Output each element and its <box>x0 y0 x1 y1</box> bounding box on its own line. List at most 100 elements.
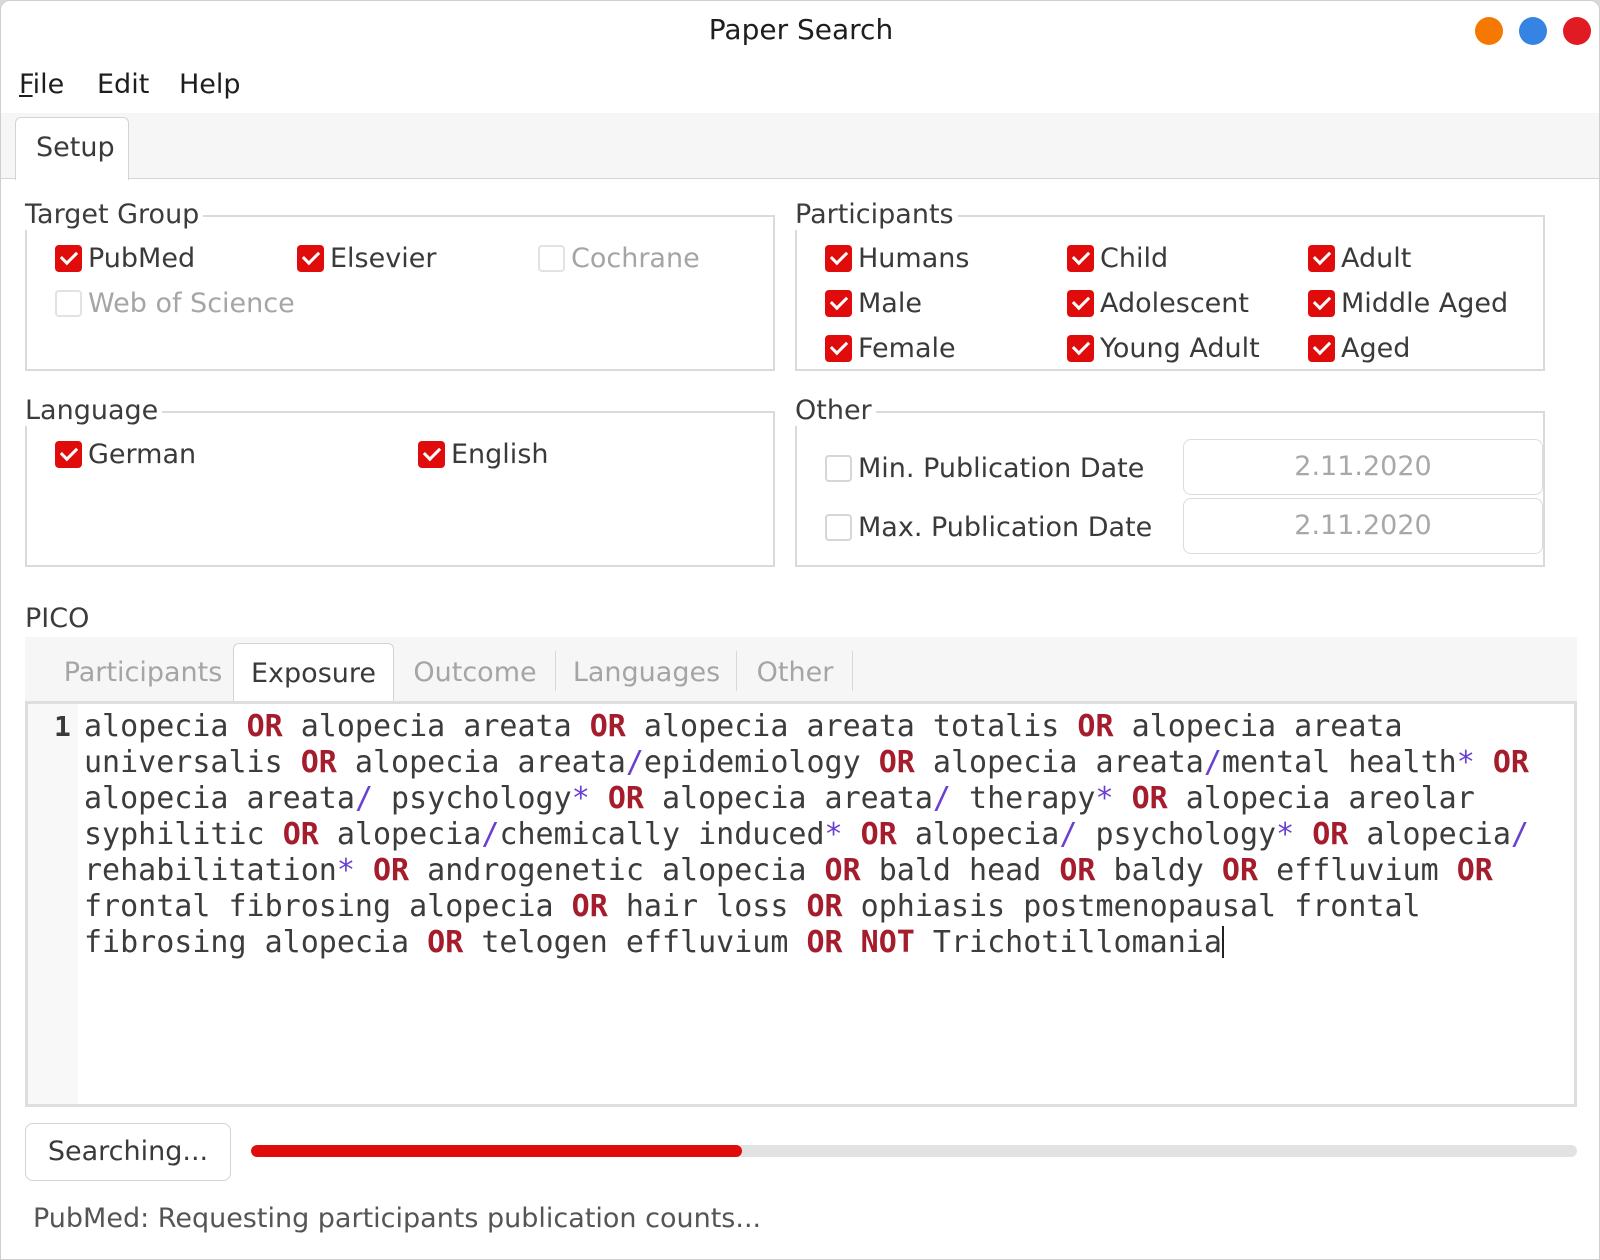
query-operator: * <box>336 853 355 888</box>
query-operator: / <box>481 817 500 852</box>
checkbox-adolescent[interactable]: Adolescent <box>1067 286 1249 320</box>
checkbox-label: Web of Science <box>88 287 295 319</box>
main-tab-strip: Setup <box>1 113 1599 180</box>
query-operator: * <box>824 817 843 852</box>
web-of-science-checkbox-indicator[interactable] <box>55 289 82 317</box>
pico-tab-languages[interactable]: Languages <box>556 637 737 703</box>
checkbox-max-publication-date[interactable]: Max. Publication Date <box>825 510 1152 544</box>
query-term: alopecia areata <box>282 709 590 744</box>
pico-tab-outcome[interactable]: Outcome <box>394 637 556 703</box>
adolescent-checkbox-indicator[interactable] <box>1067 289 1094 317</box>
checkbox-min-publication-date[interactable]: Min. Publication Date <box>825 451 1144 485</box>
query-term <box>590 781 608 816</box>
query-operator: / <box>1203 745 1222 780</box>
close-button[interactable] <box>1563 17 1591 45</box>
query-keyword: OR <box>282 817 319 852</box>
checkbox-cochrane[interactable]: Cochrane <box>538 241 700 275</box>
checkbox-humans[interactable]: Humans <box>825 241 969 275</box>
max-date-checkbox-indicator[interactable] <box>825 513 852 541</box>
menu-help[interactable]: Help <box>179 69 241 100</box>
query-term: androgenetic alopecia <box>409 853 825 888</box>
query-term <box>355 853 373 888</box>
query-term <box>1475 745 1493 780</box>
pico-tab-participants[interactable]: Participants <box>39 637 247 703</box>
query-term: psychology <box>1077 817 1277 852</box>
female-checkbox-indicator[interactable] <box>825 334 852 362</box>
query-term: mental health <box>1221 745 1457 780</box>
query-term: Trichotillomania <box>914 925 1222 960</box>
checkbox-label: Cochrane <box>571 242 700 274</box>
humans-checkbox-indicator[interactable] <box>825 244 852 272</box>
query-keyword: OR <box>246 709 283 744</box>
query-editor[interactable]: 1 alopecia OR alopecia areata OR alopeci… <box>25 701 1577 1107</box>
german-checkbox-indicator[interactable] <box>55 440 82 468</box>
young-adult-checkbox-indicator[interactable] <box>1067 334 1094 362</box>
english-checkbox-indicator[interactable] <box>418 440 445 468</box>
query-keyword: OR <box>300 745 337 780</box>
query-keyword: OR <box>607 781 644 816</box>
checkbox-label: PubMed <box>88 242 196 274</box>
child-checkbox-indicator[interactable] <box>1067 244 1094 272</box>
checkbox-male[interactable]: Male <box>825 286 922 320</box>
maximize-button[interactable] <box>1519 17 1547 45</box>
pico-tab-exposure[interactable]: Exposure <box>233 643 394 705</box>
checkbox-young-adult[interactable]: Young Adult <box>1067 331 1260 365</box>
male-checkbox-indicator[interactable] <box>825 289 852 317</box>
cochrane-checkbox-indicator[interactable] <box>538 244 565 272</box>
query-keyword: OR <box>1131 781 1168 816</box>
participants-title: Participants <box>795 199 958 230</box>
checkbox-middle-aged[interactable]: Middle Aged <box>1308 286 1508 320</box>
adult-checkbox-indicator[interactable] <box>1308 244 1335 272</box>
status-text: PubMed: Requesting participants publicat… <box>33 1203 762 1234</box>
checkbox-elsevier[interactable]: Elsevier <box>297 241 436 275</box>
query-operator: * <box>1095 781 1114 816</box>
minimize-button[interactable] <box>1475 17 1503 45</box>
query-keyword: OR <box>373 853 410 888</box>
menu-file-label: ile <box>32 69 65 100</box>
query-keyword: OR <box>1221 853 1259 888</box>
tab-setup[interactable]: Setup <box>15 117 129 180</box>
query-term: alopecia areata totalis <box>625 709 1078 744</box>
query-term: alopecia areata <box>336 745 626 780</box>
min-publication-date-input[interactable]: 2.11.2020 <box>1183 439 1543 495</box>
menu-file[interactable]: File <box>19 69 64 100</box>
query-keyword: OR <box>878 745 915 780</box>
query-term: effluvium <box>1258 853 1457 888</box>
aged-checkbox-indicator[interactable] <box>1308 334 1335 362</box>
query-keyword: OR <box>1492 745 1529 780</box>
pubmed-checkbox-indicator[interactable] <box>55 244 82 272</box>
min-date-checkbox-indicator[interactable] <box>825 454 852 482</box>
checkbox-label: Child <box>1100 242 1169 274</box>
query-keyword: OR <box>806 925 843 960</box>
query-text[interactable]: alopecia OR alopecia areata OR alopecia … <box>84 709 1554 961</box>
query-term: alopecia areata <box>643 781 933 816</box>
query-keyword: OR <box>1077 709 1114 744</box>
checkbox-german[interactable]: German <box>55 437 196 471</box>
checkbox-label: Min. Publication Date <box>858 452 1145 484</box>
checkbox-pubmed[interactable]: PubMed <box>55 241 195 275</box>
checkbox-adult[interactable]: Adult <box>1308 241 1411 275</box>
checkbox-child[interactable]: Child <box>1067 241 1168 275</box>
checkbox-label: Adolescent <box>1100 287 1249 319</box>
language-title: Language <box>25 395 163 426</box>
checkbox-aged[interactable]: Aged <box>1308 331 1410 365</box>
elsevier-checkbox-indicator[interactable] <box>297 244 324 272</box>
text-cursor <box>1221 926 1224 958</box>
checkbox-english[interactable]: English <box>418 437 549 471</box>
search-button[interactable]: Searching... <box>25 1123 231 1181</box>
middle-aged-checkbox-indicator[interactable] <box>1308 289 1335 317</box>
checkbox-female[interactable]: Female <box>825 331 956 365</box>
pico-tab-other[interactable]: Other <box>737 637 853 703</box>
query-term: telogen effluvium <box>463 925 807 960</box>
query-operator: / <box>932 781 951 816</box>
search-progress-bar <box>251 1145 1577 1157</box>
menu-edit[interactable]: Edit <box>97 69 149 100</box>
target-group-title: Target Group <box>25 199 204 230</box>
checkbox-web-of-science[interactable]: Web of Science <box>55 286 295 320</box>
query-keyword: OR <box>806 889 843 924</box>
checkbox-label: Humans <box>858 242 970 274</box>
max-publication-date-input[interactable]: 2.11.2020 <box>1183 498 1543 554</box>
line-number-gutter <box>28 704 78 1104</box>
query-keyword: OR <box>1312 817 1349 852</box>
query-keyword: OR <box>589 709 626 744</box>
